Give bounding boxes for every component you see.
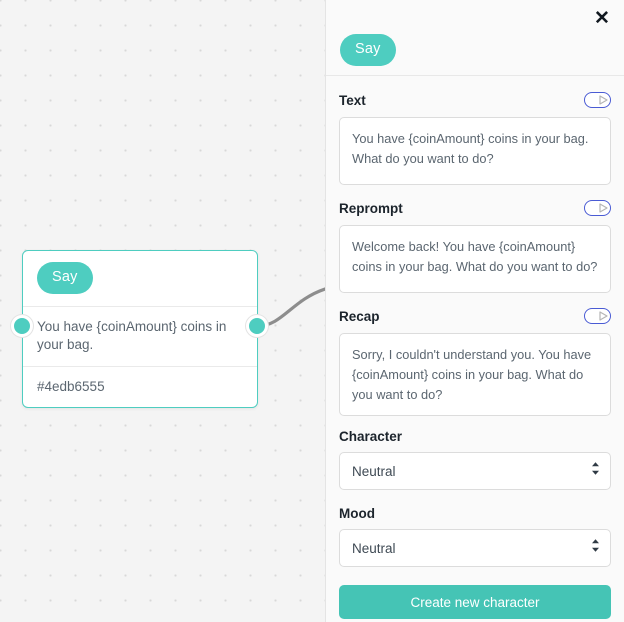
- field-text: Text: [339, 90, 611, 185]
- say-node-type-badge: Say: [37, 262, 93, 294]
- field-text-header: Text: [339, 90, 611, 110]
- field-reprompt-label: Reprompt: [339, 200, 403, 216]
- flow-canvas[interactable]: Say You have {coinAmount} coins in your …: [0, 0, 325, 622]
- mood-select[interactable]: Neutral: [339, 529, 611, 567]
- field-recap-label: Recap: [339, 308, 380, 324]
- say-node-editor-screen: Say You have {coinAmount} coins in your …: [0, 0, 624, 622]
- text-input[interactable]: [339, 117, 611, 185]
- panel-header: ✕ Say: [326, 0, 624, 76]
- say-node-text: You have {coinAmount} coins in your bag.: [23, 307, 257, 367]
- play-icon[interactable]: [584, 200, 611, 216]
- recap-input[interactable]: [339, 333, 611, 416]
- field-character: Character Neutral: [339, 429, 611, 490]
- panel-body: Text Reprompt: [326, 76, 624, 622]
- node-output-handle[interactable]: [246, 315, 268, 337]
- reprompt-input[interactable]: [339, 225, 611, 293]
- mood-select-wrap: Neutral: [339, 529, 611, 567]
- say-node-id: #4edb6555: [37, 378, 105, 394]
- panel-node-type-badge-wrap: Say: [340, 34, 396, 66]
- properties-panel: ✕ Say Text You have {coinAmount} coins i…: [325, 0, 624, 622]
- field-recap: Recap: [339, 306, 611, 416]
- mood-label: Mood: [339, 506, 375, 521]
- create-new-character-button[interactable]: Create new character: [339, 585, 611, 619]
- say-node[interactable]: Say You have {coinAmount} coins in your …: [22, 250, 258, 408]
- field-recap-header: Recap: [339, 306, 611, 326]
- character-select[interactable]: Neutral: [339, 452, 611, 490]
- field-text-label: Text: [339, 92, 366, 108]
- node-input-handle[interactable]: [11, 315, 33, 337]
- play-icon[interactable]: [584, 308, 611, 324]
- node-output-edge: [256, 287, 325, 328]
- panel-node-type-badge: Say: [340, 34, 396, 66]
- say-node-header: Say: [23, 251, 257, 307]
- close-icon[interactable]: ✕: [589, 5, 615, 31]
- play-icon[interactable]: [584, 92, 611, 108]
- character-label: Character: [339, 429, 403, 444]
- field-reprompt: Reprompt: [339, 198, 611, 293]
- field-reprompt-header: Reprompt: [339, 198, 611, 218]
- character-select-wrap: Neutral: [339, 452, 611, 490]
- field-mood: Mood Neutral: [339, 506, 611, 567]
